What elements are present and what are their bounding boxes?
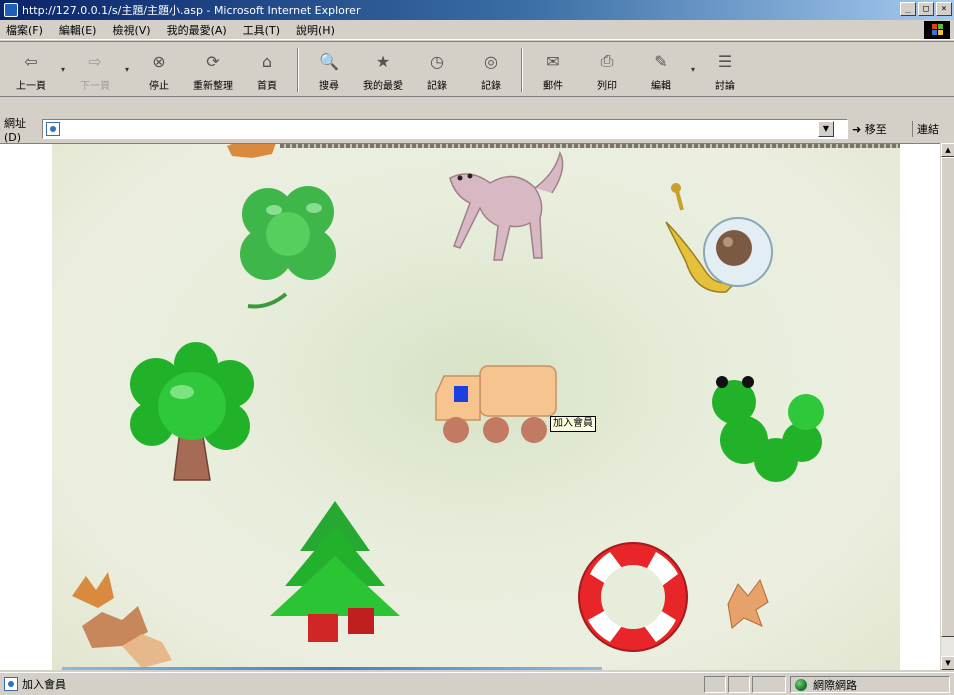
- caterpillar-link[interactable]: [702, 372, 832, 492]
- security-zone-panel: 網際網路: [790, 676, 950, 693]
- autumn-leaf-icon: [727, 578, 769, 629]
- title-bar[interactable]: http://127.0.0.1/s/主題/主題小.asp - Microsof…: [0, 0, 954, 20]
- channels-label: 記錄: [481, 81, 501, 92]
- ie-app-icon[interactable]: [4, 3, 18, 17]
- go-label: 移至: [864, 123, 887, 136]
- channels-icon: ◎: [484, 51, 498, 71]
- search-icon: 🔍: [319, 51, 339, 71]
- edit-dropdown[interactable]: ▾: [688, 42, 698, 96]
- status-text: 加入會員: [22, 678, 66, 691]
- menu-favorites[interactable]: 我的最愛(A): [167, 22, 227, 38]
- forward-label: 下一頁: [80, 81, 110, 92]
- search-button[interactable]: 🔍 搜尋: [302, 42, 356, 96]
- stop-label: 停止: [149, 81, 169, 92]
- history-button[interactable]: ◷ 記錄: [410, 42, 464, 96]
- menu-view[interactable]: 檢視(V): [112, 22, 150, 38]
- back-arrow-icon: ⇦: [24, 51, 38, 71]
- status-bar: 加入會員 網際網路: [0, 672, 954, 695]
- refresh-button[interactable]: ⟳ 重新整理: [186, 42, 240, 96]
- truck-join-member-link[interactable]: [430, 364, 560, 444]
- back-dropdown[interactable]: ▾: [58, 42, 68, 96]
- mail-button[interactable]: ✉ 郵件: [526, 42, 580, 96]
- history-label: 記錄: [427, 81, 447, 92]
- leaf-pile-icon: [72, 572, 172, 668]
- address-input[interactable]: [42, 119, 848, 139]
- standard-toolbar: ⇦ 上一頁 ▾ ⇨ 下一頁 ▾ ⊗ 停止 ⟳ 重新整理 ⌂ 首頁 🔍 搜尋 ★ …: [0, 41, 954, 97]
- vertical-scrollbar[interactable]: ▲ ▼: [940, 143, 954, 670]
- tree-link[interactable]: [122, 340, 262, 490]
- bottom-banner-line: [62, 667, 602, 670]
- snail-link[interactable]: [656, 182, 786, 302]
- menu-bar: 檔案(F) 編輯(E) 檢視(V) 我的最愛(A) 工具(T) 說明(H): [0, 20, 954, 40]
- edit-icon: ✎: [654, 51, 668, 71]
- favorites-icon: ★: [375, 51, 391, 71]
- address-label: 網址(D): [4, 116, 26, 144]
- status-panel: [752, 676, 786, 693]
- window-title: http://127.0.0.1/s/主題/主題小.asp - Microsof…: [22, 4, 361, 17]
- status-panel: [728, 676, 750, 693]
- status-panel: [704, 676, 726, 693]
- cat-link[interactable]: [440, 148, 575, 268]
- search-label: 搜尋: [319, 81, 339, 92]
- menu-help[interactable]: 說明(H): [296, 22, 335, 38]
- window-controls: _ □ ×: [900, 2, 952, 16]
- close-button[interactable]: ×: [936, 2, 952, 16]
- print-icon: ⎙: [600, 51, 614, 70]
- autumn-leaf-icon: [227, 144, 276, 158]
- mail-label: 郵件: [543, 81, 563, 92]
- discuss-button[interactable]: ☰ 討論: [698, 42, 752, 96]
- pine-tree-link[interactable]: [260, 496, 410, 646]
- back-button[interactable]: ⇦ 上一頁: [4, 42, 58, 96]
- lifebuoy-link[interactable]: [570, 534, 696, 660]
- address-dropdown-button[interactable]: ▼: [818, 121, 834, 137]
- back-label: 上一頁: [16, 81, 46, 92]
- links-button[interactable]: 連結: [912, 121, 939, 137]
- windows-logo-icon: [924, 21, 950, 39]
- minimize-button[interactable]: _: [900, 2, 916, 16]
- scroll-up-button[interactable]: ▲: [941, 143, 954, 157]
- favorites-button[interactable]: ★ 我的最愛: [356, 42, 410, 96]
- toolbar-separator: [297, 48, 299, 92]
- go-button[interactable]: ➜ 移至: [852, 121, 887, 137]
- channels-button[interactable]: ◎ 記錄: [464, 42, 518, 96]
- edit-label: 編輯: [651, 81, 671, 92]
- scroll-down-button[interactable]: ▼: [941, 656, 954, 670]
- internet-globe-icon: [795, 678, 807, 691]
- ie-window: http://127.0.0.1/s/主題/主題小.asp - Microsof…: [0, 0, 954, 695]
- zone-label: 網際網路: [813, 678, 857, 692]
- scroll-thumb[interactable]: [941, 157, 954, 637]
- forward-button[interactable]: ⇨ 下一頁: [68, 42, 122, 96]
- page-icon: [46, 122, 60, 136]
- discuss-label: 討論: [715, 81, 735, 92]
- stop-button[interactable]: ⊗ 停止: [132, 42, 186, 96]
- home-button[interactable]: ⌂ 首頁: [240, 42, 294, 96]
- menu-edit[interactable]: 編輯(E): [59, 22, 97, 38]
- page-status-icon: [4, 677, 18, 691]
- clover-link[interactable]: [228, 174, 358, 314]
- home-icon: ⌂: [261, 51, 273, 71]
- refresh-label: 重新整理: [193, 81, 233, 92]
- mail-icon: ✉: [546, 51, 560, 71]
- forward-arrow-icon: ⇨: [88, 51, 102, 71]
- fence-decoration: [280, 144, 900, 148]
- edit-button[interactable]: ✎ 編輯: [634, 42, 688, 96]
- refresh-icon: ⟳: [206, 51, 220, 71]
- menu-file[interactable]: 檔案(F): [6, 22, 43, 38]
- discuss-icon: ☰: [717, 51, 733, 71]
- home-label: 首頁: [257, 81, 277, 92]
- print-label: 列印: [597, 81, 617, 92]
- history-icon: ◷: [430, 51, 444, 71]
- page-viewport: 加入會員: [0, 143, 940, 670]
- tooltip: 加入會員: [550, 416, 596, 432]
- print-button[interactable]: ⎙ 列印: [580, 42, 634, 96]
- page-stage: 加入會員: [52, 144, 900, 670]
- stop-icon: ⊗: [152, 51, 166, 71]
- address-bar: 網址(D) ▼ ➜ 移至 連結: [0, 116, 954, 144]
- menu-tools[interactable]: 工具(T): [243, 22, 280, 38]
- favorites-label: 我的最愛: [363, 81, 403, 92]
- toolbar-separator: [521, 48, 523, 92]
- maximize-button[interactable]: □: [918, 2, 934, 16]
- forward-dropdown[interactable]: ▾: [122, 42, 132, 96]
